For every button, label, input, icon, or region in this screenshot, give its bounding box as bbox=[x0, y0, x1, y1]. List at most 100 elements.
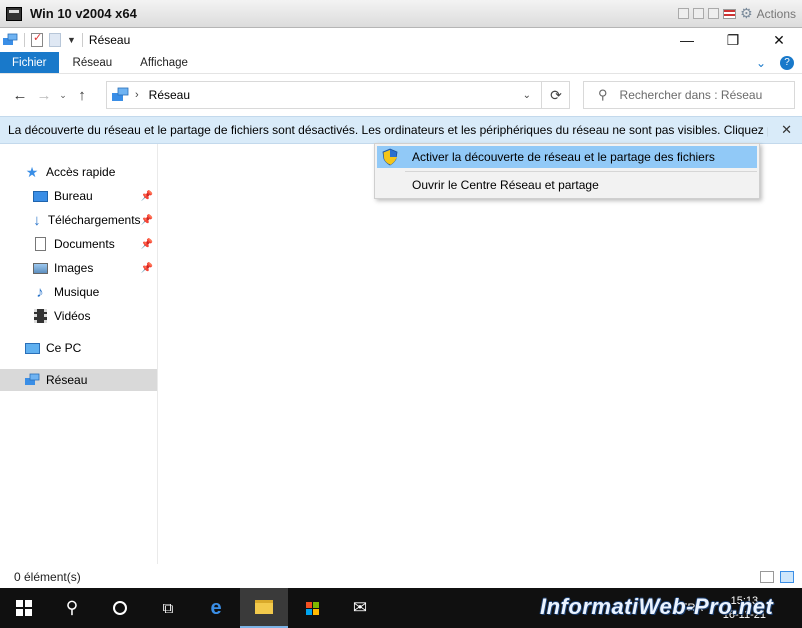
search-icon: ⚲ bbox=[598, 87, 608, 102]
video-icon bbox=[32, 308, 48, 324]
network-icon bbox=[112, 87, 129, 101]
search-icon: ⚲ bbox=[65, 598, 79, 617]
vm-actions-button[interactable]: Actions bbox=[757, 7, 796, 21]
menu-item-label: Activer la découverte de réseau et le pa… bbox=[412, 150, 715, 164]
music-note-icon: ♪ bbox=[36, 283, 44, 301]
forward-button[interactable]: → bbox=[32, 87, 56, 104]
nav-item-ce-pc[interactable]: Ce PC bbox=[0, 337, 157, 359]
navigation-pane: ★ Accès rapide Bureau 📌 ↓ Téléchargement… bbox=[0, 144, 158, 564]
edge-button[interactable]: e bbox=[192, 588, 240, 628]
desktop-icon bbox=[32, 188, 48, 204]
start-button[interactable] bbox=[0, 588, 48, 628]
nav-item-documents[interactable]: Documents 📌 bbox=[0, 233, 157, 255]
toolbar-separator bbox=[24, 33, 25, 47]
network-icon bbox=[25, 373, 40, 385]
help-icon[interactable]: ? bbox=[780, 55, 794, 70]
new-folder-icon[interactable] bbox=[49, 33, 61, 47]
minimize-button[interactable]: — bbox=[664, 28, 710, 52]
customize-dropdown-icon[interactable]: ▼ bbox=[67, 35, 76, 45]
vm-console-icon bbox=[6, 6, 22, 21]
nav-item-acces-rapide[interactable]: ★ Accès rapide bbox=[0, 161, 157, 183]
gear-icon[interactable]: ⚙ bbox=[740, 5, 753, 22]
vm-ctrl-icon[interactable] bbox=[708, 8, 720, 19]
keyboard-flag-icon[interactable] bbox=[723, 8, 737, 19]
tab-fichier[interactable]: Fichier bbox=[0, 52, 59, 73]
tab-reseau[interactable]: Réseau bbox=[59, 52, 127, 73]
folder-icon bbox=[255, 600, 273, 614]
nav-item-reseau[interactable]: Réseau bbox=[0, 369, 157, 391]
nav-item-label: Musique bbox=[54, 285, 100, 299]
pin-icon[interactable]: 📌 bbox=[141, 239, 153, 250]
document-icon bbox=[32, 236, 48, 252]
vm-ctrl-icon[interactable] bbox=[678, 8, 690, 19]
menu-separator bbox=[405, 171, 757, 172]
star-icon: ★ bbox=[25, 163, 39, 180]
pin-icon[interactable]: 📌 bbox=[141, 263, 153, 274]
menu-item-network-center[interactable]: Ouvrir le Centre Réseau et partage bbox=[377, 174, 757, 196]
search-input[interactable] bbox=[619, 88, 780, 102]
window-title-bar: ▼ Réseau — ❐ ✕ bbox=[0, 28, 802, 52]
nav-item-label: Réseau bbox=[46, 373, 88, 387]
vm-title: Win 10 v2004 x64 bbox=[30, 6, 137, 21]
pictures-icon bbox=[32, 260, 48, 276]
cortana-circle-icon bbox=[113, 601, 127, 615]
nav-item-label: Téléchargements bbox=[47, 213, 141, 227]
close-icon[interactable]: ✕ bbox=[781, 122, 792, 138]
menu-item-label: Ouvrir le Centre Réseau et partage bbox=[412, 178, 599, 192]
nav-item-videos[interactable]: Vidéos bbox=[0, 305, 157, 327]
nav-item-label: Bureau bbox=[54, 189, 93, 203]
address-dropdown-icon[interactable]: ⌄ bbox=[523, 90, 531, 101]
search-taskbar-button[interactable]: ⚲ bbox=[48, 588, 96, 628]
properties-icon[interactable] bbox=[31, 31, 43, 47]
menu-item-enable-discovery[interactable]: Activer la découverte de réseau et le pa… bbox=[377, 146, 757, 168]
status-bar: 0 élément(s) bbox=[0, 566, 802, 588]
cortana-button[interactable] bbox=[96, 588, 144, 628]
file-explorer-button[interactable] bbox=[240, 588, 288, 628]
computer-icon bbox=[24, 340, 40, 356]
edge-icon: e bbox=[210, 596, 222, 619]
close-button[interactable]: ✕ bbox=[756, 28, 802, 52]
details-view-icon[interactable] bbox=[760, 571, 774, 583]
pin-icon[interactable]: 📌 bbox=[141, 191, 153, 202]
task-view-button[interactable]: ⧉ bbox=[144, 588, 192, 628]
up-button[interactable]: ↑ bbox=[70, 87, 94, 104]
network-icon bbox=[3, 33, 18, 45]
nav-item-images[interactable]: Images 📌 bbox=[0, 257, 157, 279]
nav-item-label: Vidéos bbox=[54, 309, 91, 323]
pin-icon[interactable]: 📌 bbox=[141, 215, 153, 226]
window-controls: — ❐ ✕ bbox=[664, 28, 802, 52]
nav-item-label: Ce PC bbox=[46, 341, 82, 355]
vm-ctrl-icon[interactable] bbox=[693, 8, 705, 19]
refresh-button[interactable]: ⟳ bbox=[541, 81, 570, 109]
quick-access-toolbar: ▼ bbox=[2, 31, 83, 47]
nav-item-label: Documents bbox=[54, 237, 115, 251]
windows-logo-icon bbox=[16, 600, 32, 616]
watermark: InformatiWeb-Pro.net bbox=[540, 594, 774, 619]
back-button[interactable]: ← bbox=[8, 87, 32, 104]
nav-item-musique[interactable]: ♪ Musique bbox=[0, 281, 157, 303]
task-view-icon: ⧉ bbox=[162, 599, 174, 617]
breadcrumb[interactable]: Réseau bbox=[149, 88, 190, 102]
network-discovery-infobar[interactable]: La découverte du réseau et le partage de… bbox=[0, 116, 802, 144]
item-count: 0 élément(s) bbox=[14, 570, 81, 584]
expand-ribbon-icon[interactable]: ⌄ bbox=[756, 56, 766, 70]
recent-locations-icon[interactable]: ⌄ bbox=[56, 90, 70, 101]
search-box[interactable]: ⚲ bbox=[583, 81, 795, 109]
nav-item-label: Accès rapide bbox=[46, 165, 116, 179]
maximize-button[interactable]: ❐ bbox=[710, 28, 756, 52]
vm-controls: ⚙ Actions bbox=[678, 5, 796, 22]
window-title: Réseau bbox=[88, 33, 131, 47]
store-bag-icon bbox=[305, 601, 319, 615]
store-button[interactable] bbox=[288, 588, 336, 628]
mail-button[interactable]: ✉ bbox=[336, 588, 384, 628]
large-icons-view-icon[interactable] bbox=[780, 571, 794, 583]
tab-affichage[interactable]: Affichage bbox=[126, 52, 202, 73]
nav-item-label: Images bbox=[54, 261, 94, 275]
address-bar[interactable]: › Réseau ⌄ bbox=[106, 81, 570, 109]
mail-icon: ✉ bbox=[352, 598, 368, 617]
nav-item-bureau[interactable]: Bureau 📌 bbox=[0, 185, 157, 207]
nav-item-telechargements[interactable]: ↓ Téléchargements 📌 bbox=[0, 209, 157, 231]
infobar-text[interactable]: La découverte du réseau et le partage de… bbox=[8, 123, 768, 137]
breadcrumb-chevron-icon[interactable]: › bbox=[135, 89, 139, 101]
toolbar-separator bbox=[81, 33, 83, 47]
